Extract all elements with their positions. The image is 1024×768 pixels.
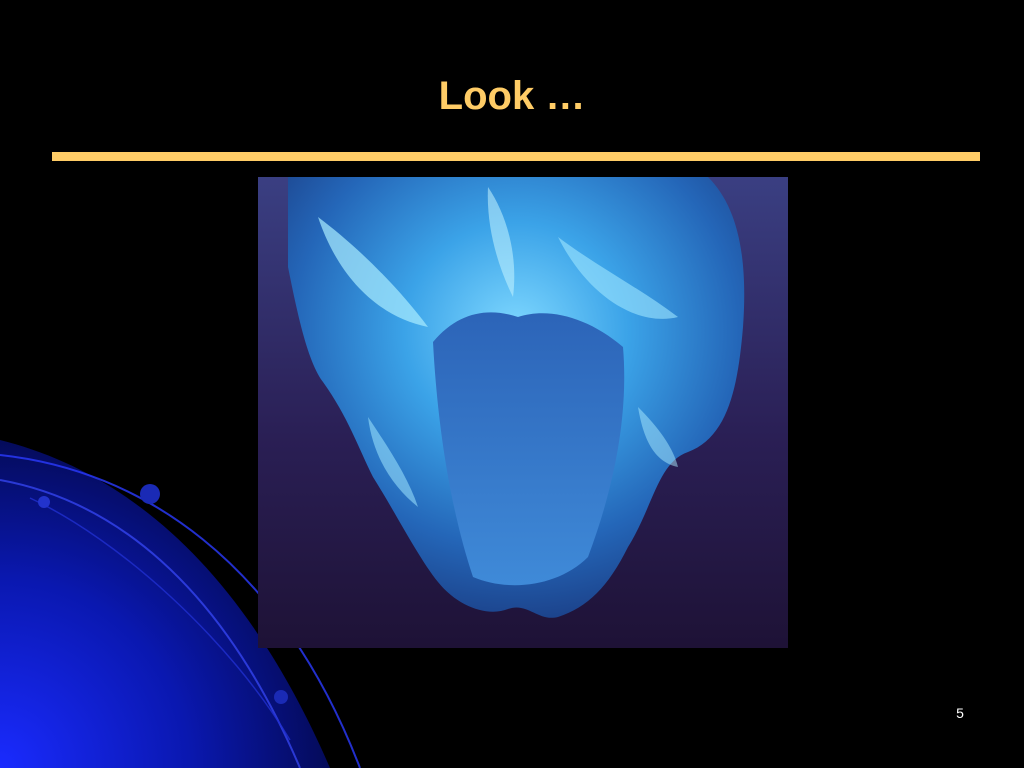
title-underline — [52, 152, 980, 161]
slide-title: Look … — [438, 74, 586, 118]
slide-number: 5 — [956, 705, 964, 721]
iceberg-photo — [258, 177, 788, 648]
slide: Look … 5 — [0, 0, 1024, 768]
